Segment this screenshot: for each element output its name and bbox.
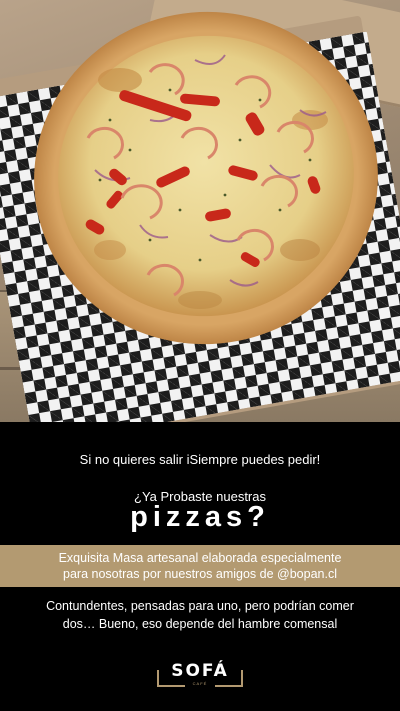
tagline: Si no quieres salir iSiempre puedes pedi…	[79, 452, 321, 467]
sofa-cafe-logo: SOFÁ CAFÉ	[155, 660, 245, 690]
headline: pizzas?	[130, 501, 270, 533]
pizza-illustration	[34, 11, 378, 345]
highlight-band: Exquisita Masa artesanal elaborada espec…	[0, 545, 400, 587]
hero-photo	[0, 0, 400, 422]
body-line-1: Contundentes, pensadas para uno, pero po…	[46, 599, 354, 613]
logo-wordmark: SOFÁ	[171, 661, 229, 681]
logo-subtitle: CAFÉ	[192, 681, 208, 686]
body-line-2: dos… Bueno, eso depende del hambre comen…	[62, 617, 338, 631]
band-line-2: para nosotras por nuestros amigos de @bo…	[63, 567, 337, 581]
body-copy: Contundentes, pensadas para uno, pero po…	[10, 597, 390, 633]
band-line-1: Exquisita Masa artesanal elaborada espec…	[58, 551, 342, 565]
